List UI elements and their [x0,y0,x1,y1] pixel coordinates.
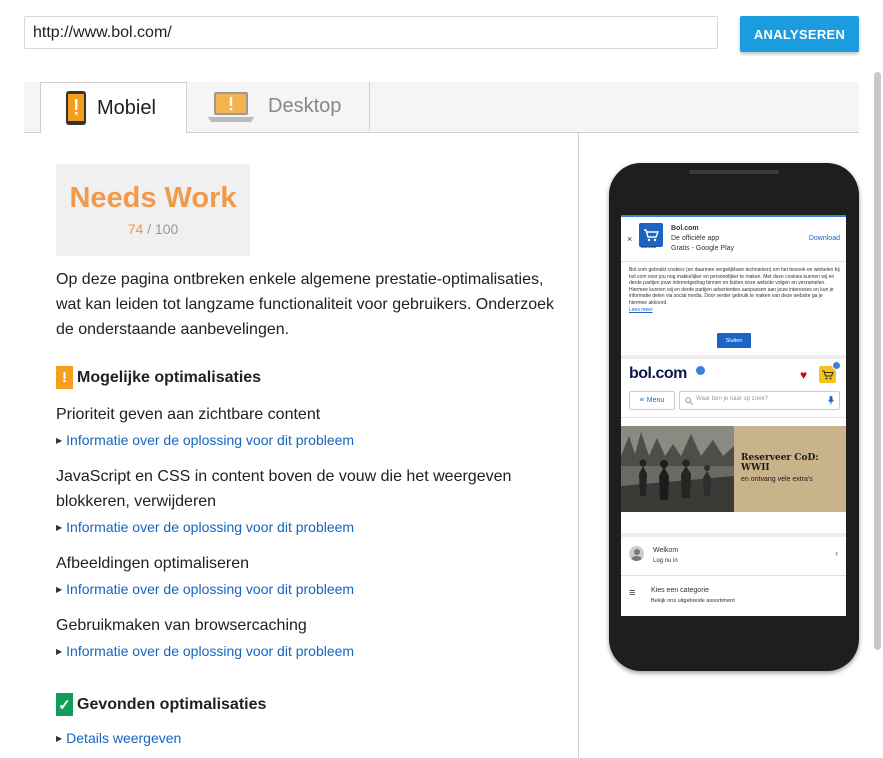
panel-divider [578,132,579,758]
promo-text-area: Reserveer CoD: WWII en ontvang vele extr… [734,426,846,512]
close-icon: × [627,234,633,244]
rule-title-images: Afbeeldingen optimaliseren [56,555,250,572]
soldiers-image [621,426,734,512]
possible-optimizations-heading: ! Mogelijke optimalisaties [56,366,261,389]
cookie-notice: Bol.com gebruikt cookies (en daarmee ver… [629,267,841,313]
search-placeholder: Waar ben je naar op zoek? [696,396,768,402]
menu-label: Menu [646,397,665,404]
search-icon [685,397,693,405]
rule-link-label: Informatie over de oplossing voor dit pr… [66,581,355,597]
app-banner: × bol.com Bol.com De officiële app Grati… [627,223,840,252]
rule-title-caching: Gebruikmaken van browsercaching [56,617,307,634]
cookie-close-button[interactable]: Sluiten [717,333,751,348]
score-number: 74 / 100 [56,221,250,237]
phone-speaker [689,170,779,174]
login-row[interactable]: Welkom Log nu in › [621,537,846,573]
rule-link-visible-content[interactable]: ▶ Informatie over de oplossing voor dit p… [56,432,354,448]
logo-badge [696,366,705,375]
rule-title-render-blocking: JavaScript en CSS in content boven de vo… [56,468,512,510]
cookie-text: Bol.com gebruikt cookies (en daarmee ver… [629,267,840,306]
avatar [629,546,644,561]
rule-link-images[interactable]: ▶ Informatie over de oplossing voor dit p… [56,581,354,597]
possible-heading-label: Mogelijke optimalisaties [77,368,262,386]
phone-screen: × bol.com Bol.com De officiële app Grati… [621,215,846,616]
heart-icon[interactable]: ♥ [800,368,807,382]
tab-desktop-label: Desktop [268,95,342,117]
details-link-label: Details weergeven [66,730,182,746]
rule-link-render-blocking[interactable]: ▶ Informatie over de oplossing voor dit p… [56,519,354,535]
analyze-button[interactable]: ANALYSEREN [740,16,859,52]
promo-title: Reserveer CoD: WWII [741,453,819,473]
tab-mobile-label: Mobiel [97,96,156,119]
score-max: / 100 [147,221,179,237]
login-label: Log nu in [653,558,678,564]
score-box: Needs Work 74 / 100 [56,164,250,256]
rule-link-caching[interactable]: ▶ Informatie over de oplossing voor dit p… [56,643,354,659]
triangle-right-icon: ▶ [56,733,63,743]
rule-link-label: Informatie over de oplossing voor dit pr… [66,643,355,659]
found-optimizations-heading: ✓ Gevonden optimalisaties [56,693,266,716]
chevron-right-icon: › [835,548,838,558]
score-label: Needs Work [69,182,237,214]
microphone-icon[interactable] [828,396,834,405]
desktop-warning-icon [208,91,254,122]
app-desc1: De officiële app [671,235,720,242]
device-tabs: Mobiel Desktop [24,82,859,133]
category-row[interactable]: ≡ Kies een categorie Bekijk ons uitgebre… [621,577,846,613]
category-label: Kies een categorie [651,587,709,594]
promo-subtitle: en ontvang vele extra's [741,476,813,483]
menu-icon: ≡ [639,397,644,404]
tab-desktop[interactable]: Desktop [186,82,370,131]
app-name: Bol.com [671,225,699,232]
rule-link-label: Informatie over de oplossing voor dit pr… [66,432,355,448]
cart-count-badge [832,361,841,370]
details-link[interactable]: ▶ Details weergeven [56,730,181,746]
triangle-right-icon: ▶ [56,522,63,532]
warning-icon: ! [56,366,73,389]
phone-search-input[interactable]: Waar ben je naar op zoek? [679,391,840,410]
tab-mobile[interactable]: Mobiel [40,82,187,133]
summary-text: Op deze pagina ontbreken enkele algemene… [56,271,555,338]
url-input[interactable] [24,16,718,49]
rule-link-label: Informatie over de oplossing voor dit pr… [66,519,355,535]
welcome-label: Welkom [653,547,679,554]
phone-preview: × bol.com Bol.com De officiële app Grati… [609,163,859,671]
app-desc2: Gratis - Google Play [671,245,735,252]
mobile-warning-icon [66,91,86,125]
promo-banner[interactable]: Reserveer CoD: WWII en ontvang vele extr… [621,426,846,512]
category-sub: Bekijk ons uitgebreide assortiment [651,598,735,604]
found-heading-label: Gevonden optimalisaties [77,695,267,713]
bol-logo[interactable]: bol.com [629,365,687,383]
menu-button[interactable]: ≡ Menu [629,391,675,410]
triangle-right-icon: ▶ [56,646,63,656]
hamburger-icon: ≡ [629,587,636,599]
checkmark-icon: ✓ [56,693,73,716]
rule-title-visible-content: Prioriteit geven aan zichtbare content [56,406,321,423]
download-link[interactable]: Download [809,235,840,242]
triangle-right-icon: ▶ [56,435,63,445]
triangle-right-icon: ▶ [56,584,63,594]
score-value: 74 [127,221,144,237]
scrollbar[interactable] [874,72,881,650]
cookie-link[interactable]: Lees meer [629,307,841,314]
